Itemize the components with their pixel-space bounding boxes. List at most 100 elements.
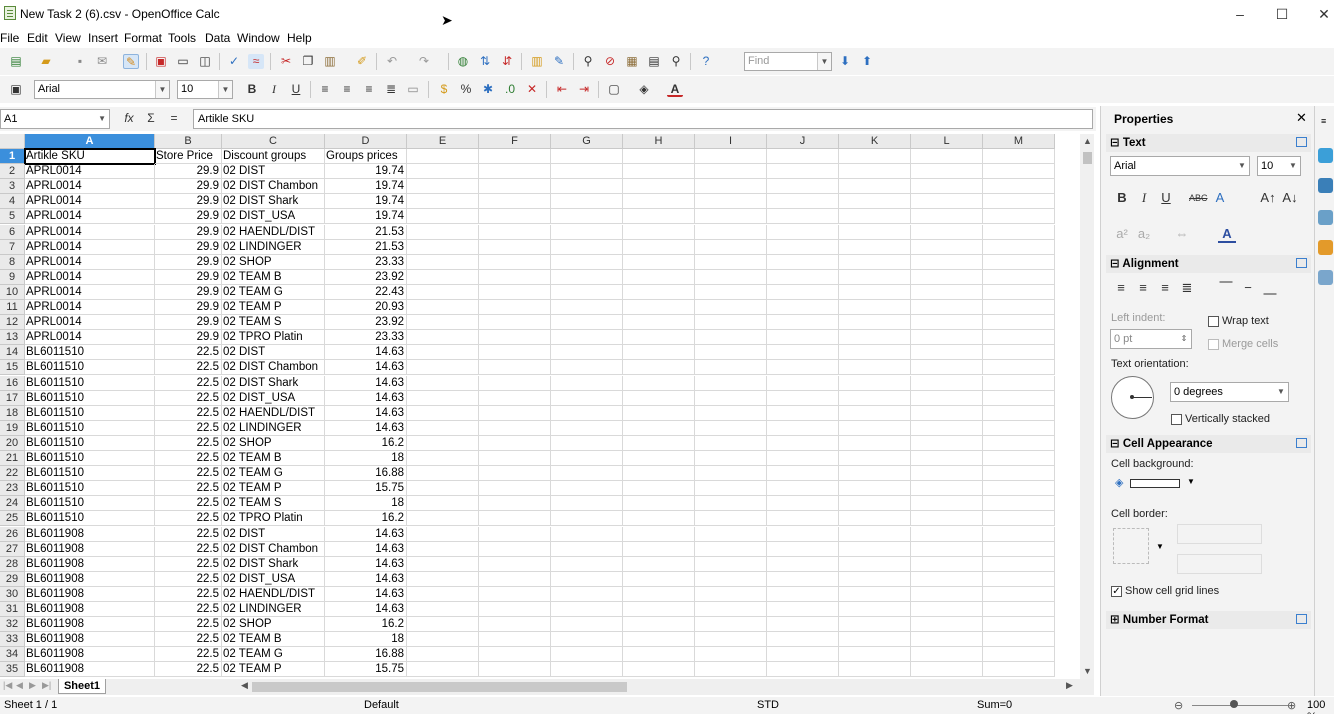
chevron-down-icon[interactable]: ▼ xyxy=(1156,542,1164,551)
horizontal-scrollbar-thumb[interactable] xyxy=(252,682,627,692)
cell-c10[interactable]: 02 TEAM G xyxy=(222,284,325,300)
scrollbar-thumb[interactable] xyxy=(1083,152,1092,164)
cell-g9[interactable] xyxy=(551,269,623,285)
cell-d19[interactable]: 14.63 xyxy=(325,420,407,436)
cell-h1[interactable] xyxy=(623,149,695,165)
cell-h32[interactable] xyxy=(623,617,695,633)
scroll-down-icon[interactable]: ▼ xyxy=(1083,666,1092,676)
row-header[interactable]: 26 xyxy=(0,526,25,542)
cell-e3[interactable] xyxy=(407,179,479,195)
row-header[interactable]: 23 xyxy=(0,481,25,497)
cell-b33[interactable]: 22.5 xyxy=(155,632,222,648)
cell-h25[interactable] xyxy=(623,511,695,527)
gallery-icon[interactable]: ▦ xyxy=(624,54,640,69)
cell-h21[interactable] xyxy=(623,451,695,467)
cell-h10[interactable] xyxy=(623,284,695,300)
cell-e35[interactable] xyxy=(407,662,479,678)
cell-m8[interactable] xyxy=(983,254,1055,270)
cell-m33[interactable] xyxy=(983,632,1055,648)
find-previous-icon[interactable]: ⬆ xyxy=(859,54,875,69)
cell-l8[interactable] xyxy=(911,254,983,270)
cell-f35[interactable] xyxy=(479,662,551,678)
cell-a11[interactable]: APRL0014 xyxy=(25,300,155,316)
chevron-down-icon[interactable]: ▼ xyxy=(1235,157,1249,175)
cell-j15[interactable] xyxy=(767,360,839,376)
cell-j32[interactable] xyxy=(767,617,839,633)
cell-l19[interactable] xyxy=(911,420,983,436)
cell-a2[interactable]: APRL0014 xyxy=(25,164,155,180)
cell-i25[interactable] xyxy=(695,511,767,527)
cell-i16[interactable] xyxy=(695,375,767,391)
cell-b32[interactable]: 22.5 xyxy=(155,617,222,633)
cell-h24[interactable] xyxy=(623,496,695,512)
chevron-down-icon[interactable]: ▼ xyxy=(817,53,831,70)
row-header[interactable]: 33 xyxy=(0,632,25,648)
cell-b12[interactable]: 29.9 xyxy=(155,315,222,331)
merge-cells-icon[interactable]: ▭ xyxy=(405,82,421,97)
functions-tab-icon[interactable] xyxy=(1318,270,1333,285)
cell-m9[interactable] xyxy=(983,269,1055,285)
cell-m5[interactable] xyxy=(983,209,1055,225)
cell-a13[interactable]: APRL0014 xyxy=(25,330,155,346)
cell-d2[interactable]: 19.74 xyxy=(325,164,407,180)
cell-k21[interactable] xyxy=(839,451,911,467)
cell-a35[interactable]: BL6011908 xyxy=(25,662,155,678)
cell-b7[interactable]: 29.9 xyxy=(155,239,222,255)
cell-e13[interactable] xyxy=(407,330,479,346)
cell-d34[interactable]: 16.88 xyxy=(325,647,407,663)
italic-icon[interactable]: I xyxy=(266,82,282,97)
justify-icon[interactable]: ≣ xyxy=(1178,279,1196,297)
cell-a30[interactable]: BL6011908 xyxy=(25,586,155,602)
cell-g11[interactable] xyxy=(551,300,623,316)
cell-h17[interactable] xyxy=(623,390,695,406)
cell-j9[interactable] xyxy=(767,269,839,285)
cell-k9[interactable] xyxy=(839,269,911,285)
cell-a31[interactable]: BL6011908 xyxy=(25,602,155,618)
cell-g17[interactable] xyxy=(551,390,623,406)
cell-d16[interactable]: 14.63 xyxy=(325,375,407,391)
cell-e8[interactable] xyxy=(407,254,479,270)
next-sheet-icon[interactable]: ▶ xyxy=(29,680,36,691)
cell-h5[interactable] xyxy=(623,209,695,225)
cell-c29[interactable]: 02 DIST_USA xyxy=(222,571,325,587)
cell-d25[interactable]: 16.2 xyxy=(325,511,407,527)
cell-m27[interactable] xyxy=(983,541,1055,557)
standard-format-icon[interactable]: ✱ xyxy=(480,82,496,97)
character-spacing-icon[interactable]: ⇔ xyxy=(1173,225,1191,243)
undo-icon[interactable]: ↶ xyxy=(384,54,400,69)
cell-f14[interactable] xyxy=(479,345,551,361)
cell-g2[interactable] xyxy=(551,164,623,180)
cell-m35[interactable] xyxy=(983,662,1055,678)
cell-a1[interactable]: Artikle SKU xyxy=(24,147,156,166)
cell-f1[interactable] xyxy=(479,149,551,165)
cell-l27[interactable] xyxy=(911,541,983,557)
cell-l25[interactable] xyxy=(911,511,983,527)
align-middle-icon[interactable]: − xyxy=(1239,279,1257,297)
number-format-section-header[interactable]: ⊞ Number Format xyxy=(1106,611,1311,629)
row-header[interactable]: 35 xyxy=(0,662,25,678)
cell-e21[interactable] xyxy=(407,451,479,467)
cell-m30[interactable] xyxy=(983,586,1055,602)
menu-tools[interactable]: Tools xyxy=(168,31,196,45)
cell-j10[interactable] xyxy=(767,284,839,300)
cell-k16[interactable] xyxy=(839,375,911,391)
cell-e26[interactable] xyxy=(407,526,479,542)
zoom-icon[interactable]: ⚲ xyxy=(668,54,684,69)
cell-m14[interactable] xyxy=(983,345,1055,361)
cell-a12[interactable]: APRL0014 xyxy=(25,315,155,331)
cell-f2[interactable] xyxy=(479,164,551,180)
cell-a18[interactable]: BL6011510 xyxy=(25,405,155,421)
cell-f24[interactable] xyxy=(479,496,551,512)
cell-d32[interactable]: 16.2 xyxy=(325,617,407,633)
cell-b6[interactable]: 29.9 xyxy=(155,224,222,240)
cell-l1[interactable] xyxy=(911,149,983,165)
cell-b11[interactable]: 29.9 xyxy=(155,300,222,316)
cell-e34[interactable] xyxy=(407,647,479,663)
row-header[interactable]: 3 xyxy=(0,179,25,195)
datasources-icon[interactable]: ▤ xyxy=(646,54,662,69)
cell-d31[interactable]: 14.63 xyxy=(325,602,407,618)
sheet-tab[interactable]: Sheet1 xyxy=(58,679,106,694)
cell-f19[interactable] xyxy=(479,420,551,436)
cell-d24[interactable]: 18 xyxy=(325,496,407,512)
cell-k26[interactable] xyxy=(839,526,911,542)
